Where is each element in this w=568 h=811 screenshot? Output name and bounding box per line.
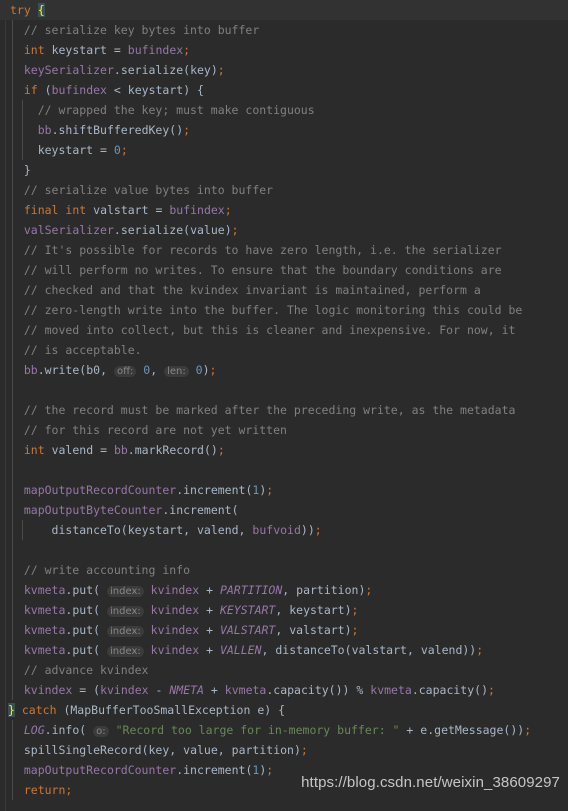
code-line[interactable]: // serialize key bytes into buffer (0, 20, 568, 40)
code-line[interactable]: LOG.info( o: "Record too large for in-me… (0, 720, 568, 740)
code-line[interactable]: // moved into collect, but this is clean… (0, 320, 568, 340)
code-line[interactable]: distanceTo(keystart, valend, bufvoid)); (0, 520, 568, 540)
inlay-hint-index: index: (107, 626, 144, 637)
code-line[interactable]: // write accounting info (0, 560, 568, 580)
code-line[interactable]: // for this record are not yet written (0, 420, 568, 440)
code-line[interactable]: // zero-length write into the buffer. Th… (0, 300, 568, 320)
code-line[interactable] (0, 460, 568, 480)
code-line[interactable]: mapOutputByteCounter.increment( (0, 500, 568, 520)
code-line[interactable]: // the record must be marked after the p… (0, 400, 568, 420)
code-line[interactable]: valSerializer.serialize(value); (0, 220, 568, 240)
inlay-hint-index: index: (107, 606, 144, 617)
code-line[interactable]: // serialize value bytes into buffer (0, 180, 568, 200)
code-line[interactable] (0, 380, 568, 400)
inlay-hint-index: index: (107, 646, 144, 657)
code-line[interactable]: // is acceptable. (0, 340, 568, 360)
code-line[interactable]: kvmeta.put( index: kvindex + VALLEN, dis… (0, 640, 568, 660)
code-line[interactable]: // checked and that the kvindex invarian… (0, 280, 568, 300)
code-line[interactable]: keySerializer.serialize(key); (0, 60, 568, 80)
code-line[interactable]: int keystart = bufindex; (0, 40, 568, 60)
code-line[interactable]: int valend = bb.markRecord(); (0, 440, 568, 460)
inlay-hint-o: o: (93, 726, 109, 737)
code-line[interactable]: if (bufindex < keystart) { (0, 80, 568, 100)
code-line[interactable]: // advance kvindex (0, 660, 568, 680)
code-line[interactable] (0, 540, 568, 560)
code-line[interactable]: // wrapped the key; must make contiguous (0, 100, 568, 120)
code-line[interactable]: kvindex = (kvindex - NMETA + kvmeta.capa… (0, 680, 568, 700)
code-line[interactable]: mapOutputRecordCounter.increment(1); (0, 480, 568, 500)
code-editor[interactable]: try { // serialize key bytes into buffer… (0, 0, 568, 811)
code-line[interactable]: } catch (MapBufferTooSmallException e) { (0, 700, 568, 720)
code-line[interactable]: spillSingleRecord(key, value, partition)… (0, 740, 568, 760)
code-line[interactable]: } (0, 160, 568, 180)
code-line[interactable]: // will perform no writes. To ensure tha… (0, 260, 568, 280)
code-line[interactable]: bb.write(b0, off: 0, len: 0); (0, 360, 568, 380)
inlay-hint-index: index: (107, 586, 144, 597)
code-line[interactable]: kvmeta.put( index: kvindex + VALSTART, v… (0, 620, 568, 640)
code-line[interactable]: keystart = 0; (0, 140, 568, 160)
code-line[interactable]: try { (0, 0, 568, 20)
inlay-hint-off: off: (113, 366, 137, 377)
code-line[interactable]: kvmeta.put( index: kvindex + KEYSTART, k… (0, 600, 568, 620)
inlay-hint-len: len: (164, 366, 189, 377)
code-line[interactable]: kvmeta.put( index: kvindex + PARTITION, … (0, 580, 568, 600)
code-line[interactable]: bb.shiftBufferedKey(); (0, 120, 568, 140)
csdn-watermark: https://blog.csdn.net/weixin_38609297 (301, 774, 560, 791)
code-content[interactable]: try { // serialize key bytes into buffer… (0, 0, 568, 811)
code-line[interactable]: final int valstart = bufindex; (0, 200, 568, 220)
code-line[interactable]: // It's possible for records to have zer… (0, 240, 568, 260)
